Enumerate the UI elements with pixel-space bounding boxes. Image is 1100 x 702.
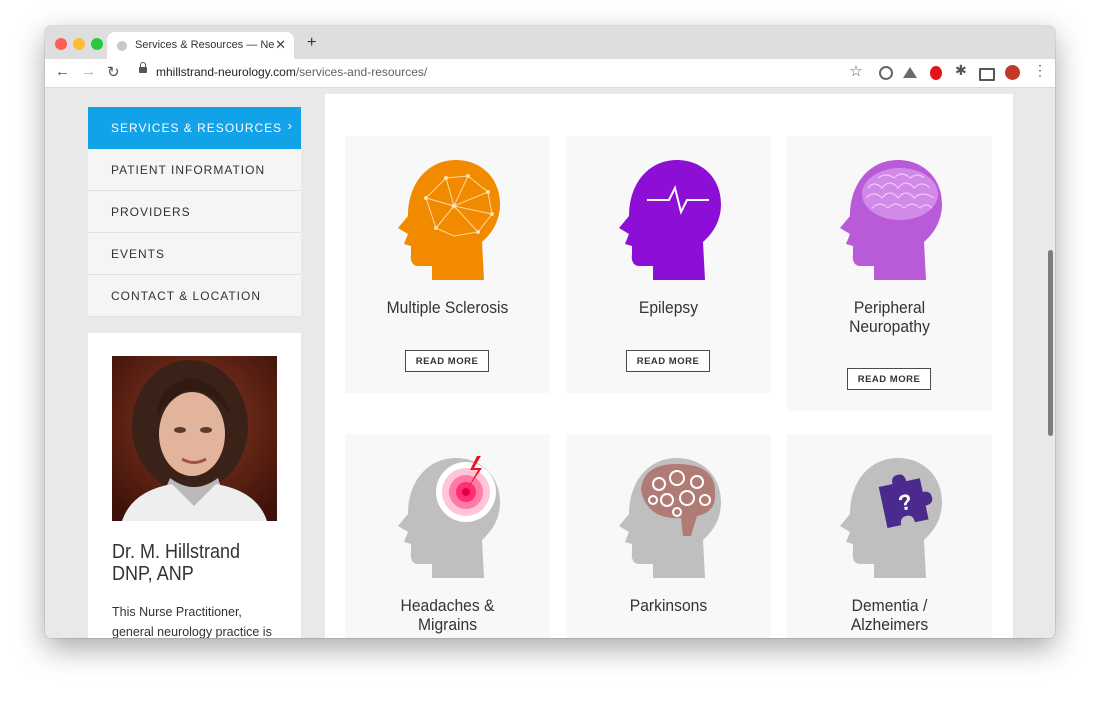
- sidebar-item-providers[interactable]: PROVIDERS: [88, 191, 301, 233]
- sidebar-item-label: PATIENT INFORMATION: [111, 163, 266, 177]
- profile-avatar[interactable]: [1005, 65, 1020, 80]
- service-title: Peripheral Neuropathy: [795, 298, 984, 336]
- service-card-dementia-alzheimers: ? Dementia / Alzheimers: [787, 434, 992, 638]
- back-button[interactable]: ←: [55, 63, 70, 80]
- service-title-line: Alzheimers: [850, 615, 929, 634]
- sidebar-item-events[interactable]: EVENTS: [88, 233, 301, 275]
- maximize-window-button[interactable]: [91, 38, 103, 50]
- extension-circle-icon[interactable]: [879, 66, 893, 80]
- url-host: mhillstrand-neurology.com: [156, 65, 296, 79]
- chevron-right-icon: ›: [287, 118, 292, 133]
- bookmark-star-icon[interactable]: ☆: [848, 62, 864, 80]
- address-bar[interactable]: mhillstrand-neurology.com/services-and-r…: [156, 65, 427, 79]
- read-more-button[interactable]: READ MORE: [847, 368, 931, 390]
- provider-name-line: Dr. M. Hillstrand: [112, 541, 241, 563]
- lock-icon[interactable]: [139, 62, 147, 73]
- new-tab-button[interactable]: +: [307, 34, 316, 52]
- tab-close-icon[interactable]: ✕: [275, 37, 286, 53]
- textured-brain-head-icon: [840, 160, 942, 280]
- service-card-epilepsy: Epilepsy READ MORE: [566, 136, 771, 393]
- sidebar-item-contact-location[interactable]: CONTACT & LOCATION: [88, 275, 301, 317]
- service-title: Headaches & Migrains: [353, 596, 542, 634]
- sidebar-item-label: SERVICES & RESOURCES: [111, 121, 283, 135]
- sidebar-item-label: CONTACT & LOCATION: [111, 289, 262, 303]
- service-title: Multiple Sclerosis: [386, 298, 509, 317]
- extension-drive-icon[interactable]: [903, 67, 917, 78]
- service-card-headaches-migrains: Headaches & Migrains: [345, 434, 550, 638]
- service-title-line: Dementia /: [851, 596, 928, 615]
- reload-button[interactable]: ↻: [107, 63, 120, 81]
- provider-photo: [112, 356, 277, 521]
- browser-menu-icon[interactable]: ⋮: [1033, 62, 1049, 78]
- opera-extension-icon[interactable]: [930, 66, 942, 80]
- favicon-icon: [117, 41, 127, 51]
- close-window-button[interactable]: [55, 38, 67, 50]
- browser-window: Services & Resources — Neurology ✕ + ← →…: [45, 26, 1055, 638]
- services-grid: Multiple Sclerosis READ MORE Epilepsy RE…: [325, 94, 1013, 638]
- tab-title: Services & Resources — Neurology: [135, 39, 275, 51]
- provider-bio: This Nurse Practitioner, general neurolo…: [112, 605, 272, 638]
- puzzle-head-icon: ?: [840, 458, 942, 578]
- service-title: Epilepsy: [638, 298, 699, 317]
- minimize-window-button[interactable]: [73, 38, 85, 50]
- service-title-line: Headaches &: [400, 596, 495, 615]
- browser-tab[interactable]: Services & Resources — Neurology ✕: [107, 32, 294, 60]
- page-scrollbar[interactable]: [1048, 250, 1053, 436]
- tab-bar: Services & Resources — Neurology ✕ +: [45, 26, 1055, 60]
- provider-credentials: DNP, ANP: [112, 563, 194, 585]
- heartbeat-head-icon: [619, 160, 721, 280]
- gears-brain-head-icon: [619, 458, 721, 578]
- service-title: Dementia / Alzheimers: [795, 596, 984, 634]
- service-title-line: Migrains: [417, 615, 478, 634]
- service-title-line: Neuropathy: [849, 317, 930, 336]
- sidebar-item-label: EVENTS: [111, 247, 166, 261]
- service-card-parkinsons: Parkinsons: [566, 434, 771, 638]
- provider-profile-card: Dr. M. Hillstrand DNP, ANP This Nurse Pr…: [88, 333, 301, 638]
- service-card-multiple-sclerosis: Multiple Sclerosis READ MORE: [345, 136, 550, 393]
- brain-network-head-icon: [398, 160, 500, 280]
- sidebar-item-label: PROVIDERS: [111, 205, 191, 219]
- forward-button[interactable]: →: [81, 63, 96, 80]
- cast-icon[interactable]: [979, 68, 995, 81]
- address-toolbar: ← → ↻ mhillstrand-neurology.com/services…: [45, 59, 1055, 88]
- provider-name: Dr. M. Hillstrand DNP, ANP: [112, 541, 240, 585]
- service-title-line: Peripheral: [853, 298, 926, 317]
- extensions-puzzle-icon[interactable]: ✱: [955, 62, 971, 78]
- url-path: /services-and-resources/: [295, 65, 428, 79]
- sidebar-item-patient-information[interactable]: PATIENT INFORMATION: [88, 149, 301, 191]
- service-card-peripheral-neuropathy: Peripheral Neuropathy READ MORE: [787, 136, 992, 411]
- read-more-button[interactable]: READ MORE: [626, 350, 710, 372]
- lightning-head-icon: [398, 456, 500, 578]
- read-more-button[interactable]: READ MORE: [405, 350, 489, 372]
- service-title: Parkinsons: [629, 596, 708, 615]
- page-viewport: SERVICES & RESOURCES › PATIENT INFORMATI…: [45, 88, 1055, 638]
- sidebar-item-services-resources[interactable]: SERVICES & RESOURCES ›: [88, 107, 301, 149]
- portrait-image: [112, 356, 277, 521]
